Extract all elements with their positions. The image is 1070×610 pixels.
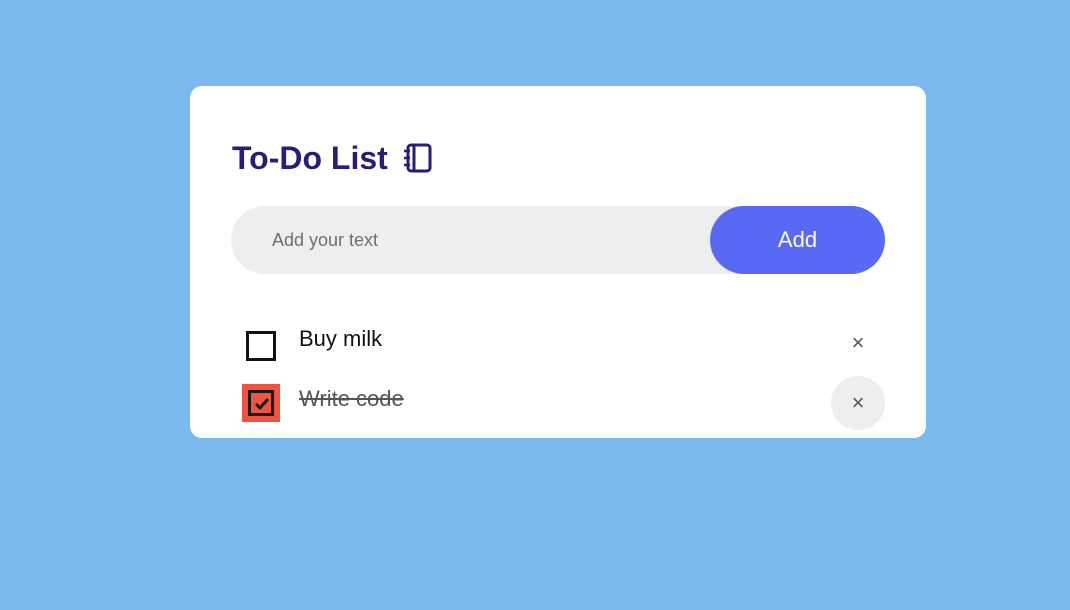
title-row: To-Do List (232, 138, 434, 178)
add-button[interactable]: Add (710, 206, 885, 274)
close-icon[interactable]: × (831, 316, 885, 370)
todo-text[interactable]: Buy milk (299, 326, 382, 352)
list-item[interactable]: Buy milk × (242, 316, 885, 370)
close-icon[interactable]: × (831, 376, 885, 430)
task-input[interactable] (231, 206, 701, 274)
notebook-icon (402, 142, 434, 174)
check-icon (248, 390, 274, 416)
todo-card: To-Do List Add Buy milk × (190, 86, 926, 438)
list-item[interactable]: Write code × (242, 376, 885, 430)
page-title: To-Do List (232, 140, 388, 176)
add-task-row: Add (231, 206, 885, 274)
todo-text[interactable]: Write code (299, 386, 404, 412)
checkbox-unchecked[interactable] (246, 331, 276, 361)
checkbox-checked[interactable] (242, 384, 280, 422)
